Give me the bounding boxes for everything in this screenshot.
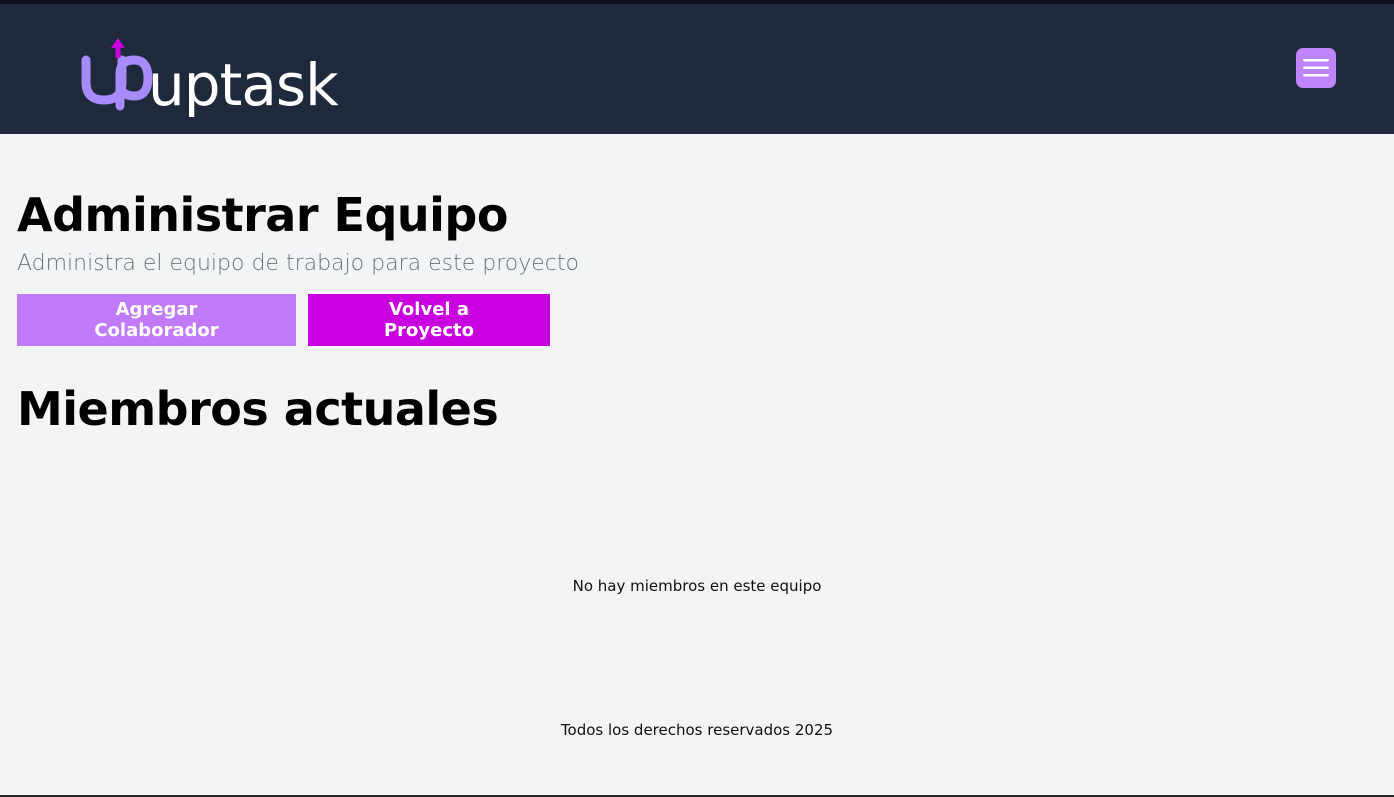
- hamburger-menu-icon: [1303, 59, 1329, 77]
- app-header: uptask: [0, 4, 1394, 134]
- back-to-project-button[interactable]: Volvel a Proyecto: [308, 293, 550, 346]
- page-footer: Todos los derechos reservados 2025: [0, 721, 1394, 739]
- uptask-logo[interactable]: uptask: [80, 34, 339, 114]
- page-title: Administrar Equipo: [17, 188, 508, 242]
- actions-bar: Agregar Colaborador Volvel a Proyecto: [17, 293, 1377, 346]
- page-subtitle: Administra el equipo de trabajo para est…: [17, 250, 579, 276]
- add-collaborator-button[interactable]: Agregar Colaborador: [17, 293, 296, 346]
- empty-members-message: No hay miembros en este equipo: [572, 577, 822, 595]
- menu-button[interactable]: [1296, 48, 1336, 88]
- footer-text: Todos los derechos reservados 2025: [560, 721, 834, 739]
- members-section-title: Miembros actuales: [17, 381, 499, 436]
- main-content: Administrar Equipo Administra el equipo …: [17, 190, 1377, 434]
- logo-text: uptask: [148, 51, 339, 119]
